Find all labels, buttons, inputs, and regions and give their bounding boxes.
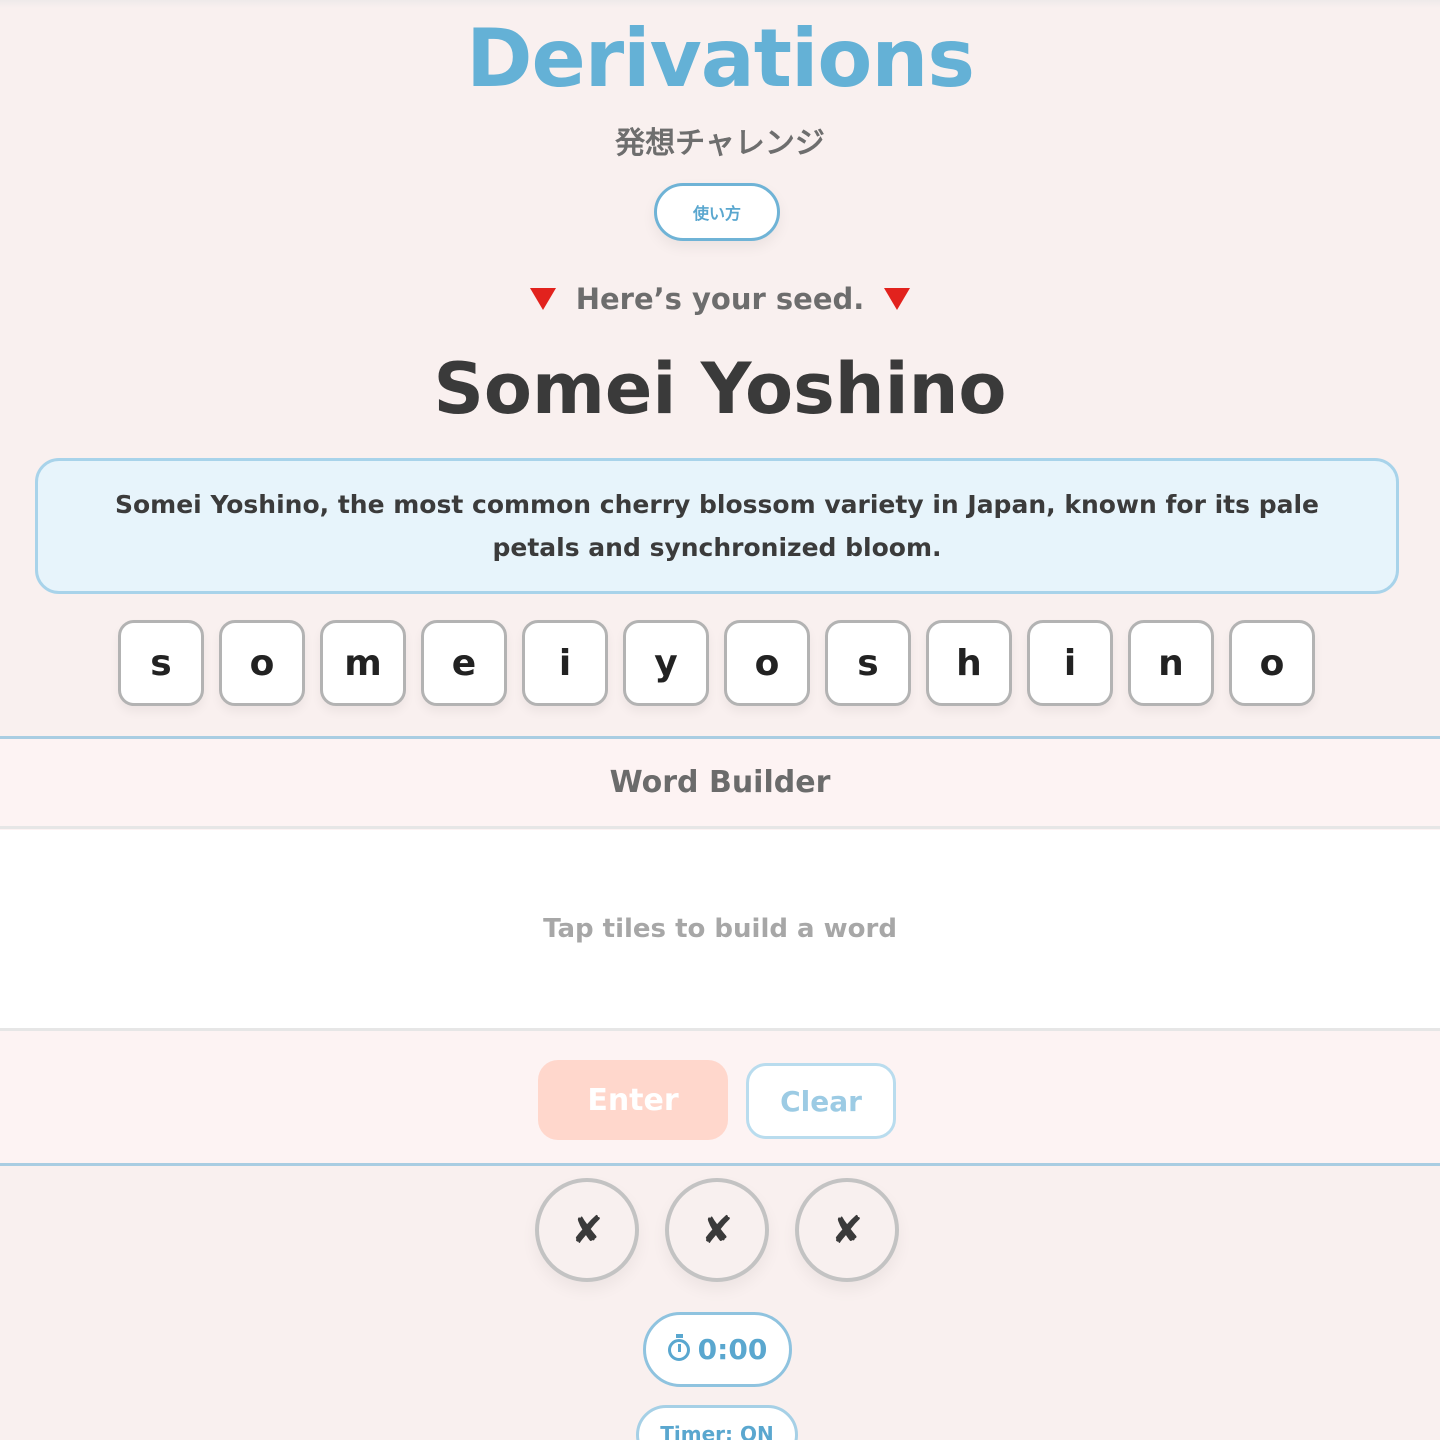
clear-button[interactable]: Clear xyxy=(746,1063,896,1139)
seed-word: Somei Yoshino xyxy=(433,348,1007,430)
seed-prompt-text: Here’s your seed. xyxy=(575,282,865,316)
letter-tile[interactable]: s xyxy=(118,620,204,706)
letter-tile[interactable]: m xyxy=(320,620,406,706)
top-shadow xyxy=(0,0,1440,8)
seed-definition: Somei Yoshino, the most common cherry bl… xyxy=(35,458,1399,594)
strike-indicators: ✘ ✘ ✘ xyxy=(535,1178,905,1284)
down-triangle-icon xyxy=(884,288,911,310)
letter-tile[interactable]: n xyxy=(1128,620,1214,706)
how-to-button[interactable]: 使い方 xyxy=(654,183,780,241)
stopwatch-icon xyxy=(667,1333,690,1361)
word-builder-input-area[interactable]: Tap tiles to build a word xyxy=(0,830,1440,1031)
word-builder-heading: Word Builder xyxy=(0,739,1440,829)
letter-tile[interactable]: i xyxy=(522,620,608,706)
word-builder-panel: Word Builder Tap tiles to build a word E… xyxy=(0,736,1440,1166)
down-triangle-icon xyxy=(529,288,556,310)
strike-x-icon: ✘ xyxy=(535,1178,639,1282)
strike-x-icon: ✘ xyxy=(795,1178,899,1282)
enter-button[interactable]: Enter xyxy=(538,1060,728,1140)
letter-tile[interactable]: s xyxy=(825,620,911,706)
app-title: Derivations xyxy=(466,12,975,105)
letter-tiles: s o m e i y o s h i n o xyxy=(118,620,1318,708)
letter-tile[interactable]: o xyxy=(1229,620,1315,706)
timer-display: 0:00 xyxy=(643,1312,792,1387)
letter-tile[interactable]: y xyxy=(623,620,709,706)
word-builder-placeholder: Tap tiles to build a word xyxy=(543,914,897,944)
letter-tile[interactable]: e xyxy=(421,620,507,706)
letter-tile[interactable]: i xyxy=(1027,620,1113,706)
definition-text: Somei Yoshino, the most common cherry bl… xyxy=(114,490,1320,562)
seed-prompt: Here’s your seed. xyxy=(0,282,1440,316)
timer-value: 0:00 xyxy=(697,1333,768,1366)
strike-x-icon: ✘ xyxy=(665,1178,769,1282)
letter-tile[interactable]: o xyxy=(219,620,305,706)
letter-tile[interactable]: o xyxy=(724,620,810,706)
app-subtitle: 発想チャレンジ xyxy=(615,126,825,161)
letter-tile[interactable]: h xyxy=(926,620,1012,706)
timer-toggle-button[interactable]: Timer: ON xyxy=(636,1405,798,1440)
